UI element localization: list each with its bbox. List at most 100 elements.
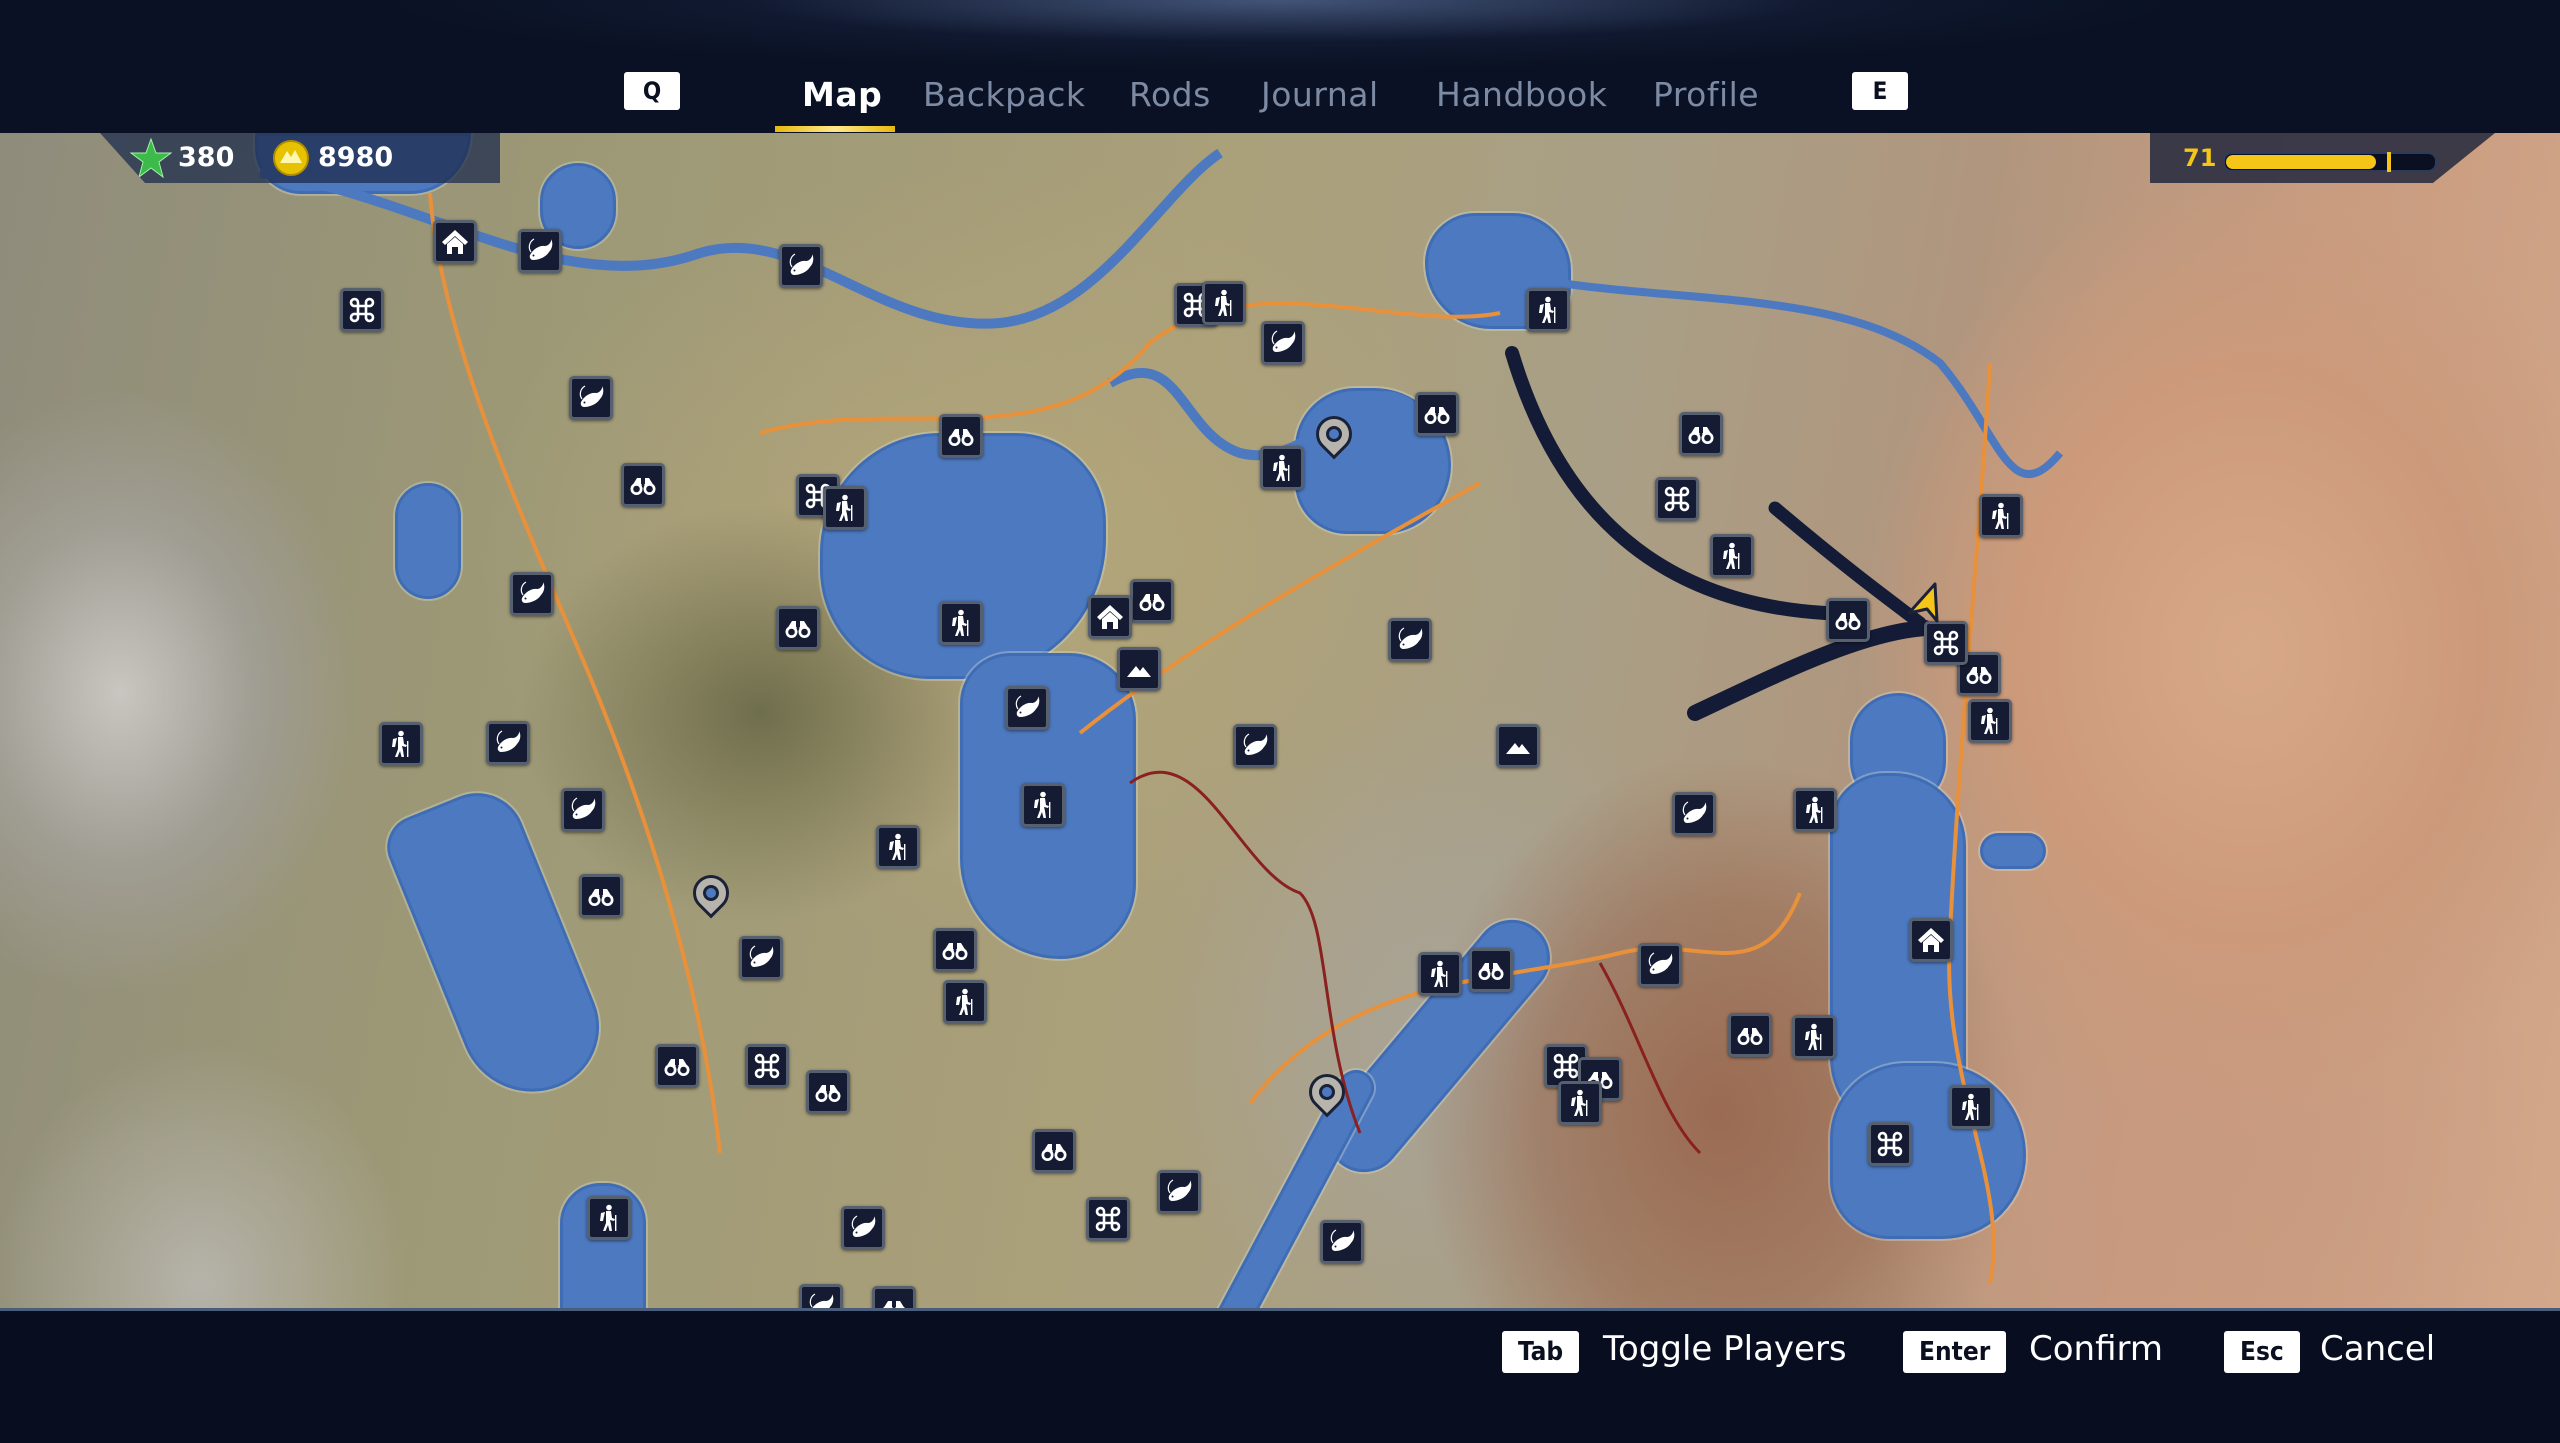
- tab-map[interactable]: Map: [802, 70, 882, 120]
- fishing-spot-poi[interactable]: [1233, 724, 1277, 768]
- viewpoint-poi[interactable]: [872, 1286, 916, 1308]
- fish-icon: [806, 1291, 836, 1308]
- drawn-arrow-stroke: [1687, 620, 1933, 721]
- fishing-spot-poi[interactable]: [739, 936, 783, 980]
- prev-tab-key-hint[interactable]: Q: [624, 72, 680, 110]
- fishing-spot-poi[interactable]: [841, 1206, 885, 1250]
- trail-poi[interactable]: [587, 1196, 631, 1240]
- viewpoint-poi[interactable]: [939, 414, 983, 458]
- viewpoint-poi[interactable]: [579, 874, 623, 918]
- trail-poi[interactable]: [1202, 281, 1246, 325]
- fishing-spot-poi[interactable]: [569, 376, 613, 420]
- landmark-poi[interactable]: [1868, 1122, 1912, 1166]
- viewpoint-poi[interactable]: [1415, 392, 1459, 436]
- landmark-poi[interactable]: [340, 288, 384, 332]
- command-knot-icon: [1875, 1129, 1905, 1159]
- tab-profile[interactable]: Profile: [1653, 70, 1759, 120]
- viewpoint-poi[interactable]: [933, 928, 977, 972]
- house-poi[interactable]: [1088, 595, 1132, 639]
- trail-poi[interactable]: [1979, 494, 2023, 538]
- fish-icon: [1164, 1177, 1194, 1207]
- tab-rods[interactable]: Rods: [1129, 70, 1211, 120]
- fishing-spot-poi[interactable]: [1157, 1170, 1201, 1214]
- trail-poi[interactable]: [876, 825, 920, 869]
- fish-icon: [525, 236, 555, 266]
- confirm-button[interactable]: Confirm: [2029, 1329, 2163, 1369]
- house-poi[interactable]: [1909, 918, 1953, 962]
- viewpoint-poi[interactable]: [1130, 579, 1174, 623]
- trail-poi[interactable]: [943, 980, 987, 1024]
- binoculars-icon: [1039, 1136, 1069, 1166]
- tab-journal[interactable]: Journal: [1261, 70, 1379, 120]
- summit-poi[interactable]: [1117, 647, 1161, 691]
- trail-poi[interactable]: [939, 601, 983, 645]
- trail-poi[interactable]: [1949, 1085, 1993, 1129]
- trail-poi[interactable]: [1792, 1015, 1836, 1059]
- viewpoint-poi[interactable]: [806, 1070, 850, 1114]
- fishing-spot-poi[interactable]: [510, 572, 554, 616]
- tab-key[interactable]: Tab: [1502, 1331, 1580, 1373]
- fishing-spot-poi[interactable]: [1672, 792, 1716, 836]
- fishing-spot-poi[interactable]: [486, 721, 530, 765]
- tab-strip: Q Map Backpack Rods Journal Handbook Pro…: [0, 62, 2560, 132]
- hiker-icon: [883, 832, 913, 862]
- trail-poi[interactable]: [1260, 446, 1304, 490]
- viewpoint-poi[interactable]: [1728, 1013, 1772, 1057]
- fishing-spot-poi[interactable]: [518, 229, 562, 273]
- viewpoint-poi[interactable]: [1826, 598, 1870, 642]
- viewpoint-poi[interactable]: [1032, 1129, 1076, 1173]
- fishing-spot-poi[interactable]: [799, 1284, 843, 1308]
- trail-poi[interactable]: [1968, 699, 2012, 743]
- binoculars-icon: [586, 881, 616, 911]
- fishing-spot-poi[interactable]: [1320, 1220, 1364, 1264]
- xp-progress-fill: [2226, 155, 2376, 169]
- fish-icon: [493, 728, 523, 758]
- esc-key[interactable]: Esc: [2224, 1331, 2300, 1373]
- binoculars-icon: [1735, 1020, 1765, 1050]
- viewpoint-poi[interactable]: [1679, 412, 1723, 456]
- viewpoint-poi[interactable]: [621, 463, 665, 507]
- fishing-spot-poi[interactable]: [561, 788, 605, 832]
- summit-poi[interactable]: [1496, 724, 1540, 768]
- trail-poi[interactable]: [1558, 1081, 1602, 1125]
- fish-icon: [576, 383, 606, 413]
- fishing-spot-poi[interactable]: [1005, 686, 1049, 730]
- enter-key[interactable]: Enter: [1903, 1331, 2007, 1373]
- trail-poi[interactable]: [823, 486, 867, 530]
- command-knot-icon: [1931, 628, 1961, 658]
- viewpoint-poi[interactable]: [655, 1044, 699, 1088]
- landmark-poi[interactable]: [1655, 477, 1699, 521]
- binoculars-icon: [783, 613, 813, 643]
- toggle-players-button[interactable]: Toggle Players: [1603, 1329, 1847, 1369]
- star-icon: [130, 138, 172, 178]
- trail-poi[interactable]: [379, 722, 423, 766]
- trail-poi[interactable]: [1021, 783, 1065, 827]
- hiker-icon: [946, 608, 976, 638]
- fishing-spot-poi[interactable]: [1638, 943, 1682, 987]
- landmark-poi[interactable]: [1086, 1197, 1130, 1241]
- landmark-poi[interactable]: [745, 1044, 789, 1088]
- house-poi[interactable]: [433, 220, 477, 264]
- trail-poi[interactable]: [1526, 288, 1570, 332]
- binoculars-icon: [1686, 419, 1716, 449]
- hiker-icon: [1209, 288, 1239, 318]
- trail-poi[interactable]: [1793, 788, 1837, 832]
- fishing-spot-poi[interactable]: [1261, 321, 1305, 365]
- binoculars-icon: [662, 1051, 692, 1081]
- fish-icon: [786, 251, 816, 281]
- trail-poi[interactable]: [1418, 952, 1462, 996]
- viewpoint-poi[interactable]: [776, 606, 820, 650]
- house-icon: [1095, 602, 1125, 632]
- next-tab-key-hint[interactable]: E: [1852, 72, 1908, 110]
- fishing-spot-poi[interactable]: [1388, 618, 1432, 662]
- hiker-icon: [1799, 1022, 1829, 1052]
- world-map[interactable]: [0, 133, 2560, 1308]
- viewpoint-poi[interactable]: [1469, 948, 1513, 992]
- hiker-icon: [1533, 295, 1563, 325]
- tab-backpack[interactable]: Backpack: [923, 70, 1086, 120]
- trail-poi[interactable]: [1710, 534, 1754, 578]
- fish-icon: [1240, 731, 1270, 761]
- cancel-button[interactable]: Cancel: [2320, 1329, 2435, 1369]
- fishing-spot-poi[interactable]: [779, 244, 823, 288]
- tab-handbook[interactable]: Handbook: [1436, 70, 1607, 120]
